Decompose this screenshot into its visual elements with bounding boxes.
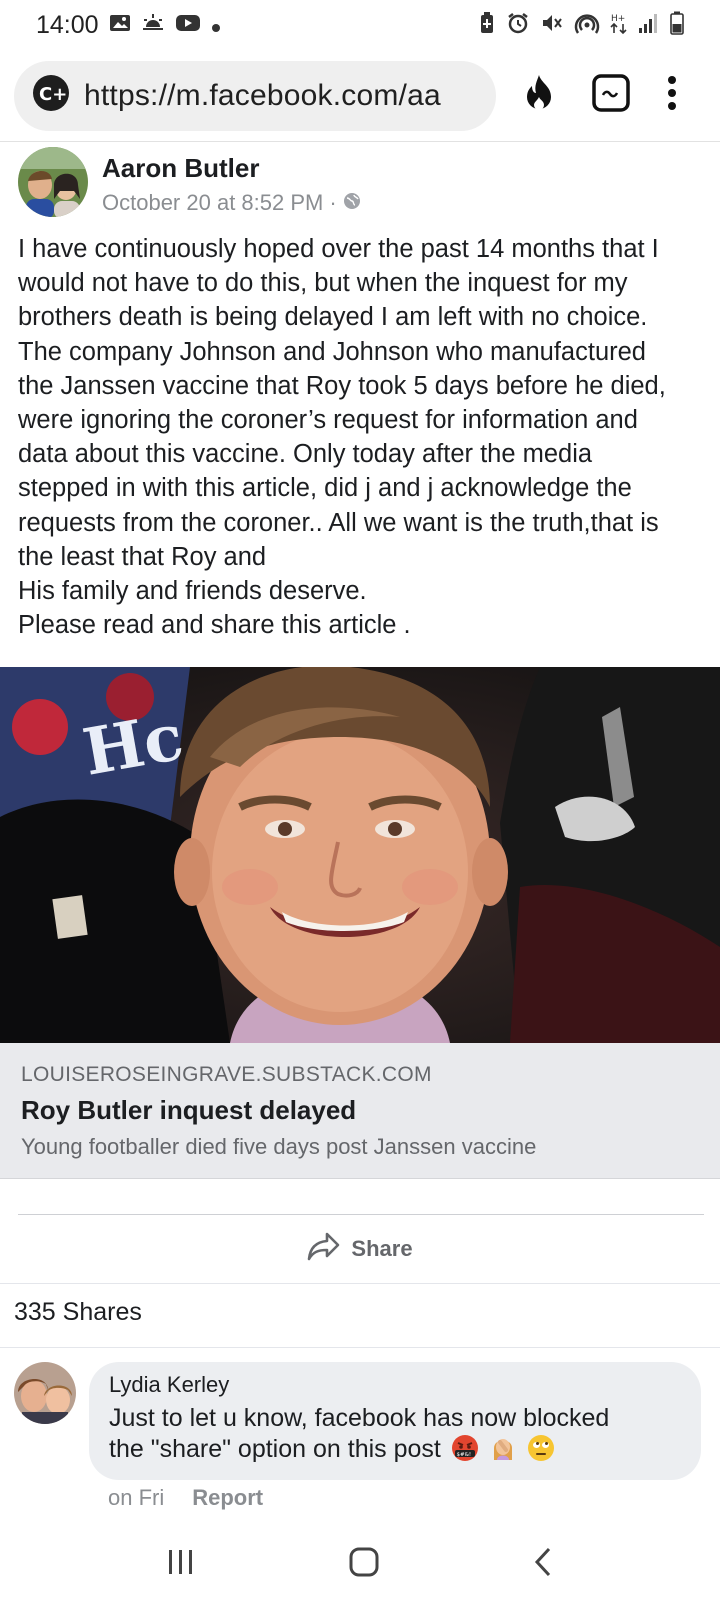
- comment-line: Just to let u know, facebook has now blo…: [109, 1404, 610, 1432]
- commenter-avatar[interactable]: [14, 1362, 76, 1424]
- overflow-menu-icon[interactable]: [666, 75, 678, 116]
- data-transfer-icon: H+: [610, 11, 628, 40]
- post-text-line: would not have to do this, but when the …: [18, 269, 628, 298]
- post-timestamp[interactable]: October 20 at 8:52 PM: [102, 190, 323, 216]
- status-bar: 14:00 H+: [0, 0, 720, 50]
- comment-bubble[interactable]: Lydia Kerley Just to let u know, faceboo…: [89, 1362, 701, 1480]
- svg-text:H+: H+: [611, 14, 625, 24]
- post-text-line: His family and friends deserve.: [18, 577, 367, 606]
- browser-actions: [522, 73, 678, 118]
- link-title[interactable]: Roy Butler inquest delayed: [21, 1095, 699, 1126]
- link-domain: LOUISEROSEINGRAVE.SUBSTACK.COM: [21, 1063, 432, 1086]
- home-icon[interactable]: [348, 1546, 380, 1583]
- post-text-line: the least that Roy and: [18, 542, 267, 571]
- globe-icon: [343, 190, 361, 216]
- mute-icon: [540, 11, 564, 40]
- post-text-line: stepped in with this article, did j and …: [18, 474, 632, 503]
- report-button[interactable]: Report: [192, 1485, 263, 1511]
- alarm-icon: [506, 11, 530, 40]
- share-button[interactable]: Share: [0, 1215, 720, 1283]
- status-right: H+: [478, 11, 684, 40]
- address-bar[interactable]: C+ https://m.facebook.com/aa: [14, 60, 496, 131]
- site-badge-icon[interactable]: C+: [32, 74, 70, 117]
- weather-sunrise-icon: [141, 11, 165, 40]
- comment: Lydia Kerley Just to let u know, faceboo…: [14, 1362, 701, 1480]
- status-left: 14:00: [36, 11, 221, 40]
- eye-roll-face-icon: [527, 1434, 555, 1470]
- emoji-text: $#&!: [456, 1452, 471, 1458]
- flame-icon[interactable]: [522, 73, 556, 118]
- author-name[interactable]: Aaron Butler: [102, 153, 361, 184]
- recent-apps-icon[interactable]: [166, 1547, 196, 1582]
- youtube-icon: [175, 11, 201, 40]
- comment-time[interactable]: on Fri: [108, 1485, 164, 1511]
- share-arrow-icon: [307, 1231, 341, 1267]
- meta-separator: ·: [329, 190, 337, 215]
- link-description: Young footballer died five days post Jan…: [21, 1134, 537, 1159]
- battery-saver-icon: [478, 11, 496, 39]
- tab-switcher-icon[interactable]: [592, 74, 630, 117]
- post-text-line: Please read and share this article .: [18, 611, 411, 640]
- notification-dot-icon: [211, 11, 221, 40]
- post-header: Aaron Butler October 20 at 8:52 PM ·: [18, 147, 361, 217]
- shares-count[interactable]: 335 Shares: [14, 1298, 142, 1327]
- browser-toolbar: C+ https://m.facebook.com/aa: [0, 50, 720, 142]
- link-preview-image[interactable]: Hc: [0, 667, 720, 1043]
- gallery-icon: [109, 11, 131, 40]
- post-text: I have continuously hoped over the past …: [18, 232, 708, 642]
- comment-actions: on Fri Report: [108, 1485, 263, 1511]
- post-text-line: were ignoring the coroner’s request for …: [18, 406, 638, 435]
- hotspot-icon: [574, 11, 600, 40]
- post-text-line: brothers death is being delayed I am lef…: [18, 303, 648, 332]
- cursing-face-icon: $#&!: [451, 1434, 479, 1470]
- divider: [0, 1283, 720, 1284]
- svg-text:C+: C+: [39, 84, 67, 105]
- url-text[interactable]: https://m.facebook.com/aa: [84, 79, 474, 113]
- commenter-name[interactable]: Lydia Kerley: [109, 1372, 681, 1398]
- post-text-line: the Janssen vaccine that Roy took 5 days…: [18, 371, 666, 400]
- post-text-line: I have continuously hoped over the past …: [18, 235, 659, 263]
- signal-icon: [638, 12, 660, 39]
- link-preview-caption[interactable]: LOUISEROSEINGRAVE.SUBSTACK.COM Roy Butle…: [0, 1043, 720, 1179]
- status-time: 14:00: [36, 10, 99, 39]
- system-nav-bar: [0, 1528, 720, 1600]
- battery-icon: [670, 11, 684, 40]
- comment-text: Just to let u know, facebook has now blo…: [109, 1403, 681, 1470]
- share-label: Share: [351, 1236, 413, 1261]
- divider: [0, 1347, 720, 1348]
- comment-line-2: the "share" option on this post $#&!: [109, 1434, 681, 1470]
- post-text-line: The company Johnson and Johnson who manu…: [18, 337, 646, 366]
- post-text-line: requests from the coroner.. All we want …: [18, 508, 659, 537]
- comment-line: the "share" option on this post: [109, 1435, 441, 1463]
- post-meta: October 20 at 8:52 PM ·: [102, 190, 361, 216]
- post-text-line: data about this vaccine. Only today afte…: [18, 440, 593, 469]
- back-icon[interactable]: [532, 1546, 554, 1583]
- woman-facepalm-icon: [489, 1434, 517, 1470]
- author-avatar[interactable]: [18, 147, 88, 217]
